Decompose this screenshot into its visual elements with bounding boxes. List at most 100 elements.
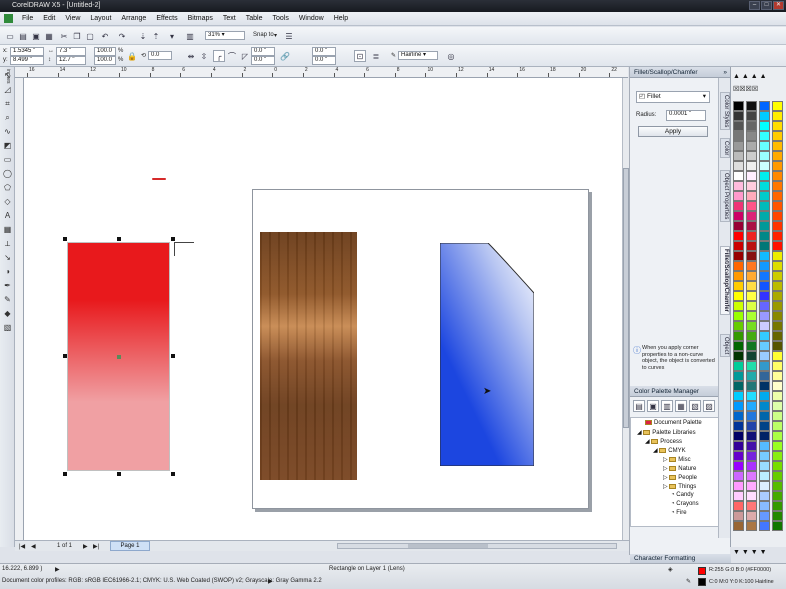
color-swatch[interactable] — [733, 141, 744, 151]
welcome-screen-icon[interactable]: ▥ — [184, 30, 196, 42]
fill-color-swatch[interactable] — [698, 567, 706, 575]
color-swatch[interactable] — [759, 451, 770, 461]
polygon-tool-icon[interactable]: ⬠ — [2, 182, 13, 193]
color-swatch[interactable] — [772, 441, 783, 451]
color-swatch[interactable] — [733, 171, 744, 181]
color-swatch[interactable] — [772, 451, 783, 461]
color-swatch[interactable] — [746, 211, 757, 221]
color-swatch[interactable] — [772, 171, 783, 181]
color-swatch[interactable] — [746, 451, 757, 461]
color-swatch[interactable] — [746, 461, 757, 471]
color-swatch[interactable] — [733, 291, 744, 301]
menu-tools[interactable]: Tools — [267, 15, 293, 22]
color-swatch[interactable] — [746, 141, 757, 151]
horizontal-scrollbar[interactable] — [337, 543, 617, 549]
scale-width-field[interactable]: 100.0 — [94, 47, 116, 56]
color-swatch[interactable] — [733, 431, 744, 441]
last-page-icon[interactable]: ▶| — [93, 543, 99, 550]
chamfer-corner-icon[interactable]: ◸ — [239, 50, 251, 62]
color-swatch[interactable] — [733, 341, 744, 351]
page[interactable]: ➤ — [252, 189, 589, 509]
copy-icon[interactable]: ❐ — [71, 30, 83, 42]
color-swatch[interactable] — [772, 101, 783, 111]
print-icon[interactable]: ▦ — [43, 30, 55, 42]
color-swatch[interactable] — [759, 271, 770, 281]
color-swatch[interactable] — [746, 271, 757, 281]
save-icon[interactable]: ▣ — [30, 30, 42, 42]
color-swatch[interactable] — [733, 151, 744, 161]
x-position-field[interactable]: 1.5345 " — [10, 47, 44, 56]
color-swatch[interactable] — [772, 491, 783, 501]
color-swatch[interactable] — [733, 211, 744, 221]
color-swatch[interactable] — [772, 461, 783, 471]
basic-shapes-tool-icon[interactable]: ◇ — [2, 196, 13, 207]
color-swatch[interactable] — [746, 191, 757, 201]
wrap-text-icon[interactable]: ≣ — [370, 50, 382, 62]
color-swatch[interactable] — [759, 411, 770, 421]
tree-item-cmyk[interactable]: ◢ CMYK — [653, 447, 686, 454]
zoom-tool-icon[interactable]: ⌕ — [2, 112, 13, 123]
open-icon[interactable]: ▤ — [17, 30, 29, 42]
color-swatch[interactable] — [759, 421, 770, 431]
tab-color[interactable]: Color — [720, 138, 730, 159]
drawing-canvas[interactable]: ➤ — [24, 78, 622, 540]
tree-item-process[interactable]: ◢ Process — [645, 438, 682, 445]
new-icon[interactable]: ▭ — [4, 30, 16, 42]
horizontal-ruler[interactable]: 16 14 12 10 8 6 4 2 0 2 4 6 8 10 12 14 16 18 20 22 inches — [5, 67, 628, 83]
color-swatch[interactable] — [746, 331, 757, 341]
color-swatch[interactable] — [733, 221, 744, 231]
color-swatch[interactable] — [759, 171, 770, 181]
interactive-fill-tool-icon[interactable]: ▧ — [2, 322, 13, 333]
color-swatch[interactable] — [746, 351, 757, 361]
color-swatch[interactable] — [772, 481, 783, 491]
tree-item-misc[interactable]: ▷ Misc — [663, 456, 691, 463]
color-swatch[interactable] — [733, 331, 744, 341]
color-swatch[interactable] — [759, 241, 770, 251]
horizontal-scroll-thumb[interactable] — [408, 544, 488, 548]
minimize-button[interactable]: – — [749, 1, 760, 10]
color-swatch[interactable] — [772, 381, 783, 391]
color-swatch[interactable] — [759, 161, 770, 171]
width-field[interactable]: 7.3 " — [56, 47, 86, 56]
corner-radius-2-field[interactable]: 0.0 " — [251, 56, 275, 65]
mirror-horizontal-icon[interactable]: ⇹ — [185, 50, 197, 62]
color-swatch[interactable] — [759, 371, 770, 381]
color-swatch[interactable] — [746, 391, 757, 401]
color-swatch[interactable] — [759, 331, 770, 341]
color-swatch[interactable] — [733, 271, 744, 281]
color-swatch[interactable] — [772, 251, 783, 261]
color-swatch[interactable] — [759, 441, 770, 451]
color-swatch[interactable] — [746, 471, 757, 481]
color-swatch[interactable] — [772, 181, 783, 191]
color-swatch[interactable] — [759, 311, 770, 321]
color-swatch[interactable] — [759, 391, 770, 401]
color-swatch[interactable] — [759, 431, 770, 441]
new-from-selection-icon[interactable]: ▣ — [647, 400, 659, 412]
corner-radius-3-field[interactable]: 0.0 " — [312, 47, 336, 56]
color-swatch[interactable] — [772, 141, 783, 151]
color-swatch[interactable] — [733, 311, 744, 321]
color-swatch[interactable] — [759, 141, 770, 151]
interactive-blend-tool-icon[interactable]: ◑ — [2, 266, 13, 277]
color-swatch[interactable] — [772, 271, 783, 281]
cut-icon[interactable]: ✂ — [58, 30, 70, 42]
color-swatch[interactable] — [733, 111, 744, 121]
color-swatch[interactable] — [733, 201, 744, 211]
color-swatch[interactable] — [772, 341, 783, 351]
color-swatch[interactable] — [772, 151, 783, 161]
selection-handle-bottom-left[interactable] — [63, 472, 67, 476]
color-swatch[interactable] — [733, 481, 744, 491]
color-swatch[interactable] — [733, 101, 744, 111]
menu-effects[interactable]: Effects — [151, 15, 182, 22]
color-swatch[interactable] — [746, 491, 757, 501]
round-corner-icon[interactable]: ╭ — [213, 50, 225, 62]
color-swatch[interactable] — [772, 411, 783, 421]
ellipse-tool-icon[interactable]: ◯ — [2, 168, 13, 179]
first-page-icon[interactable]: |◀ — [19, 543, 25, 550]
color-swatch[interactable] — [733, 231, 744, 241]
fillet-mode-select[interactable]: ◰ Fillet ▾ — [636, 91, 710, 103]
color-swatch[interactable] — [746, 131, 757, 141]
corner-radius-1-field[interactable]: 0.0 " — [251, 47, 275, 56]
color-swatch[interactable] — [759, 361, 770, 371]
menu-layout[interactable]: Layout — [85, 15, 116, 22]
